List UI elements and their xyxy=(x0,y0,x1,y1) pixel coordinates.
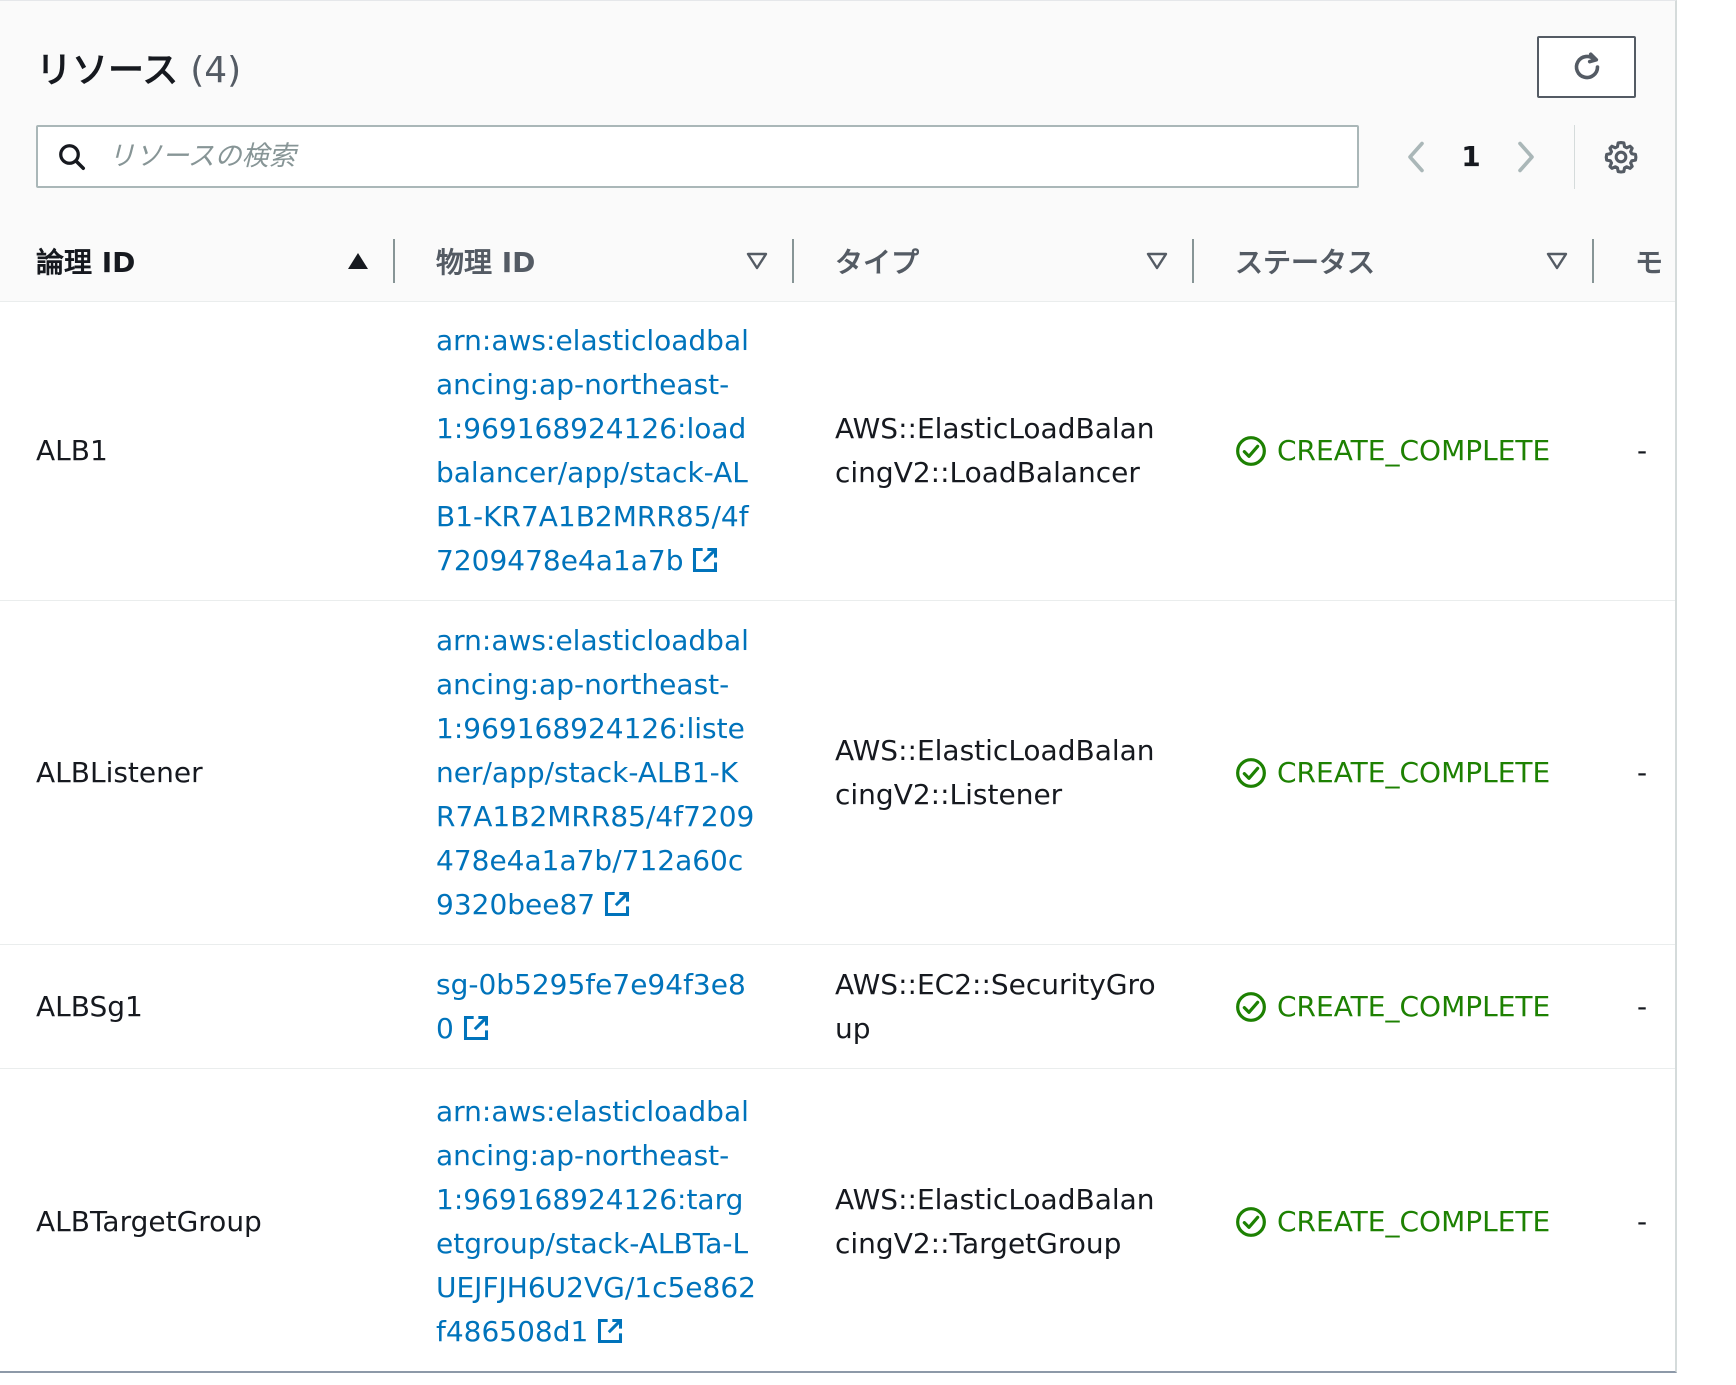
chevron-right-icon xyxy=(1518,141,1534,172)
column-header-status[interactable]: ステータス xyxy=(1235,221,1375,301)
physical-id-link[interactable]: arn:aws:elasticloadbalancing:ap-northeas… xyxy=(436,1069,756,1371)
column-divider[interactable] xyxy=(393,239,395,283)
prev-page-button[interactable] xyxy=(1396,137,1436,177)
type-cell: AWS::EC2::SecurityGroup xyxy=(835,967,1156,1045)
caret-up-icon[interactable] xyxy=(346,249,370,273)
gear-icon xyxy=(1604,140,1638,174)
resource-count: (4) xyxy=(190,50,242,91)
column-label: 論理 ID xyxy=(36,246,136,279)
table-row: ALBSg1 sg-0b5295fe7e94f3e80 AWS::EC2::Se… xyxy=(0,945,1675,1069)
pager-divider xyxy=(1574,124,1575,189)
column-label: 物理 ID xyxy=(436,246,536,279)
preferences-button[interactable] xyxy=(1599,135,1643,179)
external-link-icon[interactable] xyxy=(691,546,719,574)
module-cell: - xyxy=(1637,433,1648,467)
status-text: CREATE_COMPLETE xyxy=(1277,1204,1551,1238)
table-row: ALBListener arn:aws:elasticloadbalancing… xyxy=(0,601,1675,945)
column-label: タイプ xyxy=(835,246,920,279)
page-title: リソース (4) xyxy=(36,41,241,93)
external-link-icon[interactable] xyxy=(603,890,631,918)
chevron-left-icon xyxy=(1408,141,1424,172)
physical-id-text[interactable]: arn:aws:elasticloadbalancing:ap-northeas… xyxy=(436,324,749,577)
type-cell: AWS::ElasticLoadBalancingV2::TargetGroup xyxy=(835,1182,1155,1260)
check-circle-icon xyxy=(1236,757,1266,788)
column-label: モ xyxy=(1635,246,1664,279)
type-cell: AWS::ElasticLoadBalancingV2::Listener xyxy=(835,733,1155,811)
page-number[interactable]: 1 xyxy=(1436,140,1506,173)
column-label: ステータス xyxy=(1235,246,1376,279)
status-text: CREATE_COMPLETE xyxy=(1277,755,1551,789)
external-link-icon[interactable] xyxy=(462,1014,490,1042)
title-text: リソース xyxy=(36,50,179,91)
caret-down-outline-icon[interactable] xyxy=(1545,249,1569,273)
physical-id-text[interactable]: arn:aws:elasticloadbalancing:ap-northeas… xyxy=(436,1095,756,1348)
physical-id-link[interactable]: arn:aws:elasticloadbalancing:ap-northeas… xyxy=(436,301,756,600)
status-badge: CREATE_COMPLETE xyxy=(1235,601,1550,944)
check-circle-icon xyxy=(1236,1206,1266,1237)
physical-id-text[interactable]: arn:aws:elasticloadbalancing:ap-northeas… xyxy=(436,624,754,921)
refresh-button[interactable] xyxy=(1537,36,1636,98)
column-divider[interactable] xyxy=(1592,239,1594,283)
refresh-icon xyxy=(1574,52,1599,80)
type-cell: AWS::ElasticLoadBalancingV2::LoadBalance… xyxy=(835,411,1155,489)
external-link-icon[interactable] xyxy=(596,1317,624,1345)
column-header-module[interactable]: モ xyxy=(1635,221,1663,301)
module-cell: - xyxy=(1637,1204,1648,1238)
table-row: ALBTargetGroup arn:aws:elasticloadbalanc… xyxy=(0,1069,1675,1371)
check-circle-icon xyxy=(1236,435,1266,466)
status-badge: CREATE_COMPLETE xyxy=(1235,301,1550,600)
check-circle-icon xyxy=(1236,991,1266,1022)
status-badge: CREATE_COMPLETE xyxy=(1235,1069,1551,1371)
status-text: CREATE_COMPLETE xyxy=(1277,433,1551,467)
table-header: 論理 ID 物理 ID タイプ ステータス モ xyxy=(0,221,1675,302)
panel-header: リソース (4) 1 xyxy=(0,1,1675,222)
search-icon xyxy=(54,139,90,175)
physical-id-link[interactable]: arn:aws:elasticloadbalancing:ap-northeas… xyxy=(436,601,756,944)
table-row: ALB1 arn:aws:elasticloadbalancing:ap-nor… xyxy=(0,301,1675,601)
column-header-physical-id[interactable]: 物理 ID xyxy=(436,221,535,301)
physical-id-link[interactable]: sg-0b5295fe7e94f3e80 xyxy=(436,945,756,1068)
column-header-type[interactable]: タイプ xyxy=(835,221,919,301)
next-page-button[interactable] xyxy=(1506,137,1546,177)
logical-id-cell: ALBListener xyxy=(36,755,203,789)
pagination: 1 xyxy=(1396,124,1643,189)
column-divider[interactable] xyxy=(792,239,794,283)
module-cell: - xyxy=(1637,755,1648,789)
status-badge: CREATE_COMPLETE xyxy=(1235,945,1550,1068)
column-header-logical-id[interactable]: 論理 ID xyxy=(36,221,135,301)
status-text: CREATE_COMPLETE xyxy=(1277,989,1551,1023)
module-cell: - xyxy=(1637,989,1648,1023)
resources-panel: リソース (4) 1 xyxy=(0,0,1677,1373)
logical-id-cell: ALBSg1 xyxy=(36,989,143,1023)
logical-id-cell: ALB1 xyxy=(36,433,108,467)
search-field[interactable] xyxy=(36,125,1359,188)
column-divider[interactable] xyxy=(1192,239,1194,283)
logical-id-cell: ALBTargetGroup xyxy=(36,1204,262,1238)
caret-down-outline-icon[interactable] xyxy=(1145,249,1169,273)
caret-down-outline-icon[interactable] xyxy=(745,249,769,273)
search-input[interactable] xyxy=(106,130,1310,183)
